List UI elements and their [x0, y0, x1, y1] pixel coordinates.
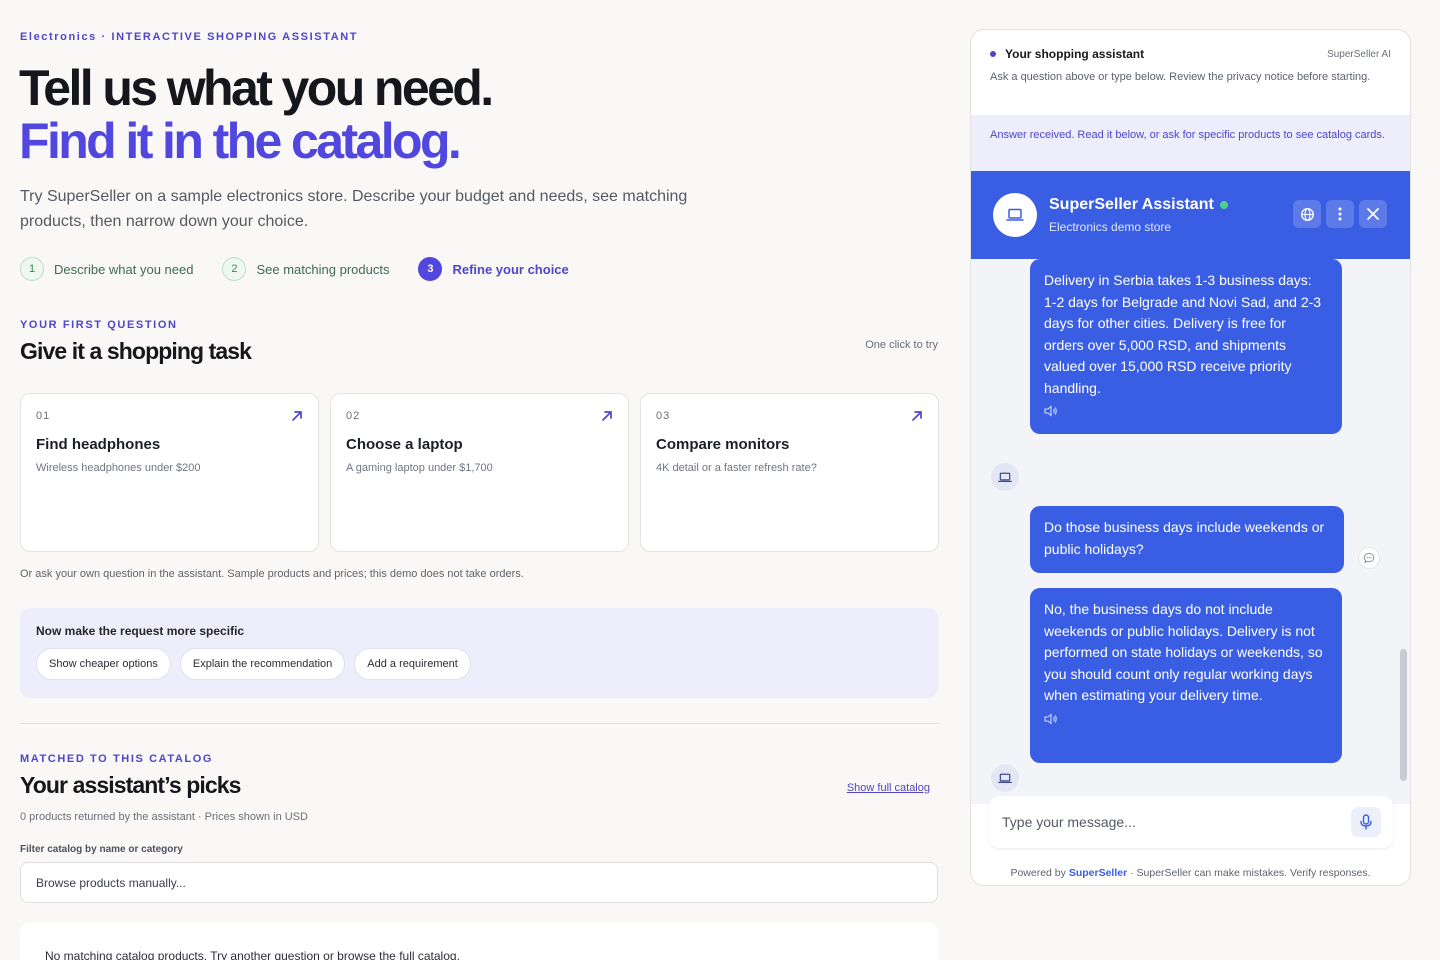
close-icon: [1367, 208, 1379, 220]
tasks-title: Give it a shopping task: [20, 338, 252, 364]
show-full-catalog-link[interactable]: Show full catalog: [847, 782, 930, 794]
card-title: Choose a laptop: [346, 436, 463, 453]
panel-status: Answer received. Read it below, or ask f…: [971, 115, 1410, 172]
tasks-hint: One click to try: [865, 339, 938, 351]
panel-header: Your shopping assistant SuperSeller AI A…: [971, 30, 1410, 115]
avatar: [993, 193, 1037, 237]
panel-desc: Ask a question above or type below. Revi…: [990, 71, 1371, 83]
close-chat-button[interactable]: [1359, 200, 1387, 228]
panel-title: Your shopping assistant: [990, 47, 1144, 61]
card-desc: 4K detail or a faster refresh rate?: [656, 462, 817, 474]
task-card-headphones[interactable]: 01 Find headphones Wireless headphones u…: [20, 393, 319, 552]
user-message: Do those business days include weekends …: [1030, 506, 1344, 573]
empty-results: No matching catalog products. Try anothe…: [20, 922, 938, 960]
chat-scrollbar[interactable]: [1400, 649, 1407, 781]
bot-message: No, the business days do not include wee…: [1030, 588, 1342, 763]
status-dot-icon: [990, 51, 996, 57]
bot-avatar: [991, 463, 1019, 491]
laptop-icon: [998, 472, 1012, 482]
card-title: Compare monitors: [656, 436, 790, 453]
hero-intro: Try SuperSeller on a sample electronics …: [20, 188, 688, 230]
step-number: 1: [20, 257, 44, 281]
assistant-panel: Your shopping assistant SuperSeller AI A…: [970, 29, 1411, 886]
panel-title-text: Your shopping assistant: [1005, 47, 1145, 61]
card-number: 01: [36, 410, 51, 422]
tasks-eyebrow: YOUR FIRST QUESTION: [20, 319, 178, 331]
picks-title: Your assistant’s picks: [20, 772, 241, 798]
assistant-store: Electronics demo store: [1049, 220, 1172, 234]
task-cards: 01 Find headphones Wireless headphones u…: [20, 393, 939, 552]
online-status-icon: [1219, 201, 1228, 209]
panel-brand: SuperSeller AI: [1327, 48, 1391, 60]
globe-icon: [1300, 207, 1314, 221]
message-text: No, the business days do not include wee…: [1044, 601, 1323, 703]
message-list[interactable]: Delivery in Serbia takes 1-3 business da…: [971, 259, 1410, 804]
footer-brand-link[interactable]: SuperSeller: [1069, 867, 1127, 879]
more-options-button[interactable]: [1326, 200, 1354, 228]
picks-subtitle: 0 products returned by the assistant · P…: [20, 811, 308, 823]
chat-footer: Powered by SuperSeller · SuperSeller can…: [971, 867, 1410, 879]
arrow-up-right-icon: [602, 411, 612, 421]
user-avatar: [1358, 547, 1380, 569]
voice-input-button[interactable]: [1351, 807, 1381, 837]
refine-panel: Now make the request more specific Show …: [20, 608, 938, 698]
step-label: Describe what you need: [54, 261, 194, 277]
footer-prefix: Powered by: [1010, 867, 1066, 879]
step-describe[interactable]: 1 Describe what you need: [20, 257, 193, 281]
tasks-note: Or ask your own question in the assistan…: [20, 568, 524, 580]
more-vertical-icon: [1338, 207, 1342, 221]
step-label: See matching products: [256, 261, 390, 277]
chip-add-requirement[interactable]: Add a requirement: [354, 648, 471, 680]
card-desc: Wireless headphones under $200: [36, 462, 201, 474]
hero-title-line2: Find it in the catalog.: [19, 113, 462, 169]
progress-steps: 1 Describe what you need 2 See matching …: [20, 257, 598, 281]
filter-label: Filter catalog by name or category: [20, 844, 183, 855]
laptop-icon: [998, 773, 1012, 783]
chat-bubble-icon: [1363, 552, 1375, 564]
arrow-up-right-icon: [292, 411, 302, 421]
microphone-icon: [1360, 814, 1372, 830]
chat-header: SuperSeller Assistant Electronics demo s…: [971, 171, 1410, 259]
hero-eyebrow: Electronics · INTERACTIVE SHOPPING ASSIS…: [20, 31, 359, 43]
picks-eyebrow: MATCHED TO THIS CATALOG: [20, 753, 214, 765]
speaker-icon[interactable]: [1044, 712, 1058, 725]
catalog-filter-input[interactable]: [20, 862, 938, 903]
message-text: Do those business days include weekends …: [1044, 519, 1325, 557]
empty-results-text: No matching catalog products. Try anothe…: [45, 949, 460, 960]
refine-chips: Show cheaper options Explain the recomme…: [36, 648, 922, 680]
arrow-up-right-icon: [912, 411, 922, 421]
chip-explain-recommendation[interactable]: Explain the recommendation: [179, 648, 346, 680]
footer-disclaimer: · SuperSeller can make mistakes. Verify …: [1130, 867, 1371, 879]
step-number: 2: [222, 257, 247, 281]
card-number: 02: [346, 410, 361, 422]
message-text: Delivery in Serbia takes 1-3 business da…: [1044, 272, 1322, 396]
step-refine[interactable]: 3 Refine your choice: [418, 257, 569, 281]
language-button[interactable]: [1293, 200, 1321, 228]
laptop-icon: [1006, 208, 1024, 221]
chip-cheaper-options[interactable]: Show cheaper options: [36, 648, 171, 680]
card-number: 03: [656, 410, 671, 422]
hero-title-line1: Tell us what you need.: [19, 60, 494, 116]
assistant-name: SuperSeller Assistant: [1049, 196, 1214, 213]
card-desc: A gaming laptop under $1,700: [346, 462, 493, 474]
speaker-icon[interactable]: [1044, 405, 1058, 417]
bot-message: Delivery in Serbia takes 1-3 business da…: [1030, 259, 1342, 434]
card-title: Find headphones: [36, 436, 161, 453]
refine-title: Now make the request more specific: [36, 624, 245, 638]
task-card-monitors[interactable]: 03 Compare monitors 4K detail or a faste…: [640, 393, 939, 552]
bot-avatar: [991, 764, 1019, 792]
task-card-laptop[interactable]: 02 Choose a laptop A gaming laptop under…: [330, 393, 629, 552]
step-label: Refine your choice: [452, 261, 569, 277]
chat-message-input[interactable]: [1002, 796, 1332, 848]
section-divider: [20, 723, 938, 724]
step-see-products[interactable]: 2 See matching products: [222, 257, 389, 281]
step-number: 3: [418, 257, 443, 281]
chat-input-box: [989, 796, 1393, 848]
